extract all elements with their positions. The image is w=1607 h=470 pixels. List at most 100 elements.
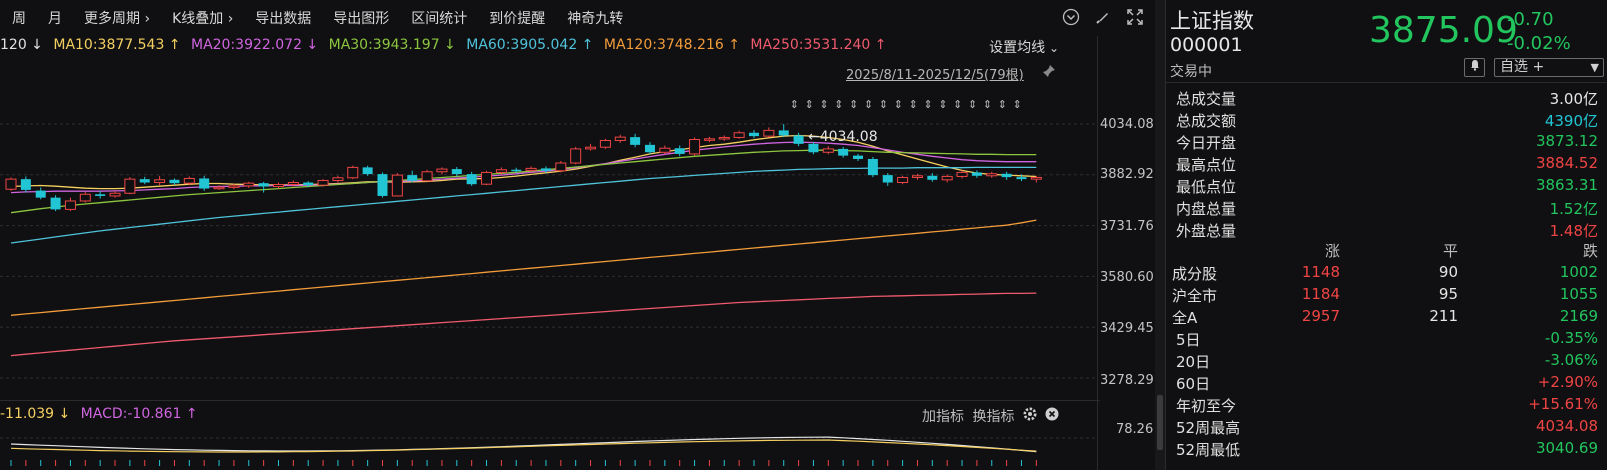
breadth-flat-count: 95 (1438, 285, 1458, 303)
ma-legend-item: MA60:3905.042 ↑ (466, 37, 594, 53)
magic-nine-button[interactable]: 神奇九转 (567, 8, 623, 28)
indicator-settings-icon[interactable] (1023, 407, 1041, 425)
perf-row: 20日 -3.06% (1166, 351, 1607, 373)
nine-turn-marker: ⇕ (879, 98, 888, 111)
breadth-label: 沪全市 (1172, 287, 1218, 305)
stat-label: 总成交额 (1176, 112, 1237, 130)
index-name: 上证指数 (1170, 9, 1254, 33)
candle-body (599, 139, 611, 148)
perf-label: 年初至今 (1176, 397, 1237, 415)
breadth-flat-count: 211 (1429, 307, 1458, 325)
candle-body (585, 146, 597, 150)
price-axis-label: 3882.92 (1100, 167, 1154, 182)
price-alert-button[interactable]: 到价提醒 (489, 8, 545, 28)
ma-legend-item: MA120:3748.216 ↑ (603, 37, 740, 53)
candle-body (79, 193, 91, 202)
macd-dea-line (10, 439, 1037, 453)
candle-body (20, 179, 31, 190)
add-indicator-button[interactable]: 加指标 (922, 409, 964, 425)
perf-row: 年初至今 +15.61% (1166, 395, 1607, 417)
candle-body (570, 148, 582, 164)
candle-body (1016, 177, 1027, 180)
trading-status: 交易中 (1170, 64, 1212, 80)
stat-row: 总成交额 4390亿 (1176, 110, 1607, 132)
ma-settings-dropdown[interactable]: 设置均线 (989, 37, 1059, 57)
stat-value: 3873.12 (1535, 132, 1598, 150)
close-indicator-icon[interactable] (1045, 407, 1059, 425)
indicator-controls: 加指标 换指标 (922, 406, 1063, 426)
perf-value: +2.90% (1537, 373, 1598, 391)
collapse-chevron-icon[interactable] (1061, 8, 1081, 28)
candle-body (347, 166, 359, 179)
breadth-down-header: 跌 (1582, 242, 1598, 260)
perf-label: 52周最低 (1176, 441, 1241, 459)
perf-value: -3.06% (1544, 351, 1598, 369)
draw-brush-icon[interactable] (1093, 8, 1113, 28)
period-week-button[interactable]: 周 (12, 8, 26, 28)
perf-row: 60日 +2.90% (1166, 373, 1607, 395)
ma-line-ma60 (10, 166, 1037, 244)
candle-body (287, 182, 299, 186)
price-axis-label: 3278.29 (1100, 373, 1154, 388)
candle-body (64, 200, 76, 210)
nine-turn-marker: ⇕ (983, 98, 992, 111)
ma-legend-item: 120 ↓ (0, 37, 43, 53)
watchlist-label: 自选 + (1500, 59, 1545, 75)
nine-turn-marker: ⇕ (894, 98, 903, 111)
period-month-button[interactable]: 月 (48, 8, 62, 28)
fullscreen-icon[interactable] (1125, 8, 1145, 28)
perf-value: 4034.08 (1535, 417, 1598, 435)
stat-label: 今日开盘 (1176, 134, 1237, 152)
candle-body (525, 167, 537, 171)
nine-turn-marker: ⇕ (849, 98, 858, 111)
ma-legend-item: MA250:3531.240 ↑ (750, 37, 887, 53)
macd-canvas[interactable] (0, 430, 1097, 470)
candle-body (822, 148, 834, 153)
export-data-button[interactable]: 导出数据 (255, 8, 311, 28)
price-change-pct: -0.02% (1507, 33, 1571, 54)
breadth-header: 涨 平 跌 (1166, 240, 1607, 262)
kline-chart-area[interactable]: 周 月 更多周期 › K线叠加 › 导出数据 导出图形 区间统计 到价提醒 神奇… (0, 0, 1155, 470)
candle-body (272, 184, 284, 188)
dea-value: -11.039 ↓ (0, 406, 71, 422)
nine-turn-marker: ⇕ (909, 98, 918, 111)
range-stats-button[interactable]: 区间统计 (411, 8, 467, 28)
breadth-down-count: 2169 (1559, 307, 1598, 325)
candle-body (362, 167, 373, 175)
switch-indicator-button[interactable]: 换指标 (972, 409, 1014, 425)
candle-body (733, 132, 745, 138)
stat-value: 3884.52 (1535, 154, 1598, 172)
candle-body (763, 129, 775, 137)
date-range-label[interactable]: 2025/8/11-2025/12/5(79根) (846, 64, 1024, 83)
candle-body (377, 174, 388, 196)
nine-turn-marker: ⇕ (834, 98, 843, 111)
breadth-flat-header: 平 (1442, 242, 1458, 260)
stat-row: 内盘总量 1.52亿 (1176, 198, 1607, 220)
nine-turn-marker: ⇕ (864, 98, 873, 111)
ma-line-ma250 (10, 292, 1037, 357)
ma-legend: 120 ↓ MA10:3877.543 ↑ MA20:3922.072 ↓ MA… (0, 37, 892, 57)
chart-scroll-thumb[interactable] (1157, 395, 1163, 450)
candle-body (317, 179, 329, 186)
candle-body (303, 182, 314, 186)
kline-overlay-dropdown[interactable]: K线叠加 › (172, 8, 233, 28)
export-chart-button[interactable]: 导出图形 (333, 8, 389, 28)
candle-body (243, 182, 255, 187)
stat-label: 最高点位 (1176, 156, 1237, 174)
subchart-divider (0, 400, 1100, 401)
last-price: 3875.09 (1369, 10, 1518, 51)
stat-label: 总成交量 (1176, 90, 1237, 108)
more-periods-dropdown[interactable]: 更多周期 › (84, 8, 150, 28)
candle-body (644, 144, 655, 153)
candle-body (391, 174, 403, 197)
add-watchlist-button[interactable]: 自选 + ▼ (1494, 58, 1604, 77)
alert-bell-icon[interactable] (1464, 58, 1485, 77)
quote-panel: 上证指数 000001 交易中 3875.09 -0.70 -0.02% 自选 … (1165, 0, 1607, 470)
breadth-row: 全A 2957 211 2169 (1166, 307, 1607, 329)
stat-row: 今日开盘 3873.12 (1176, 132, 1607, 154)
panel-divider (1166, 82, 1607, 83)
kline-canvas[interactable]: ⇕ ⇕ ⇕ ⇕ ⇕ ⇕ ⇕ ⇕ ⇕ ⇕ ⇕ ⇕ ⇕ ⇕ ⇕ ⇕ ←4034.08 (0, 85, 1097, 400)
nine-turn-marker: ⇕ (1013, 98, 1022, 111)
candle-body (511, 169, 522, 172)
pin-icon[interactable] (1042, 64, 1056, 82)
